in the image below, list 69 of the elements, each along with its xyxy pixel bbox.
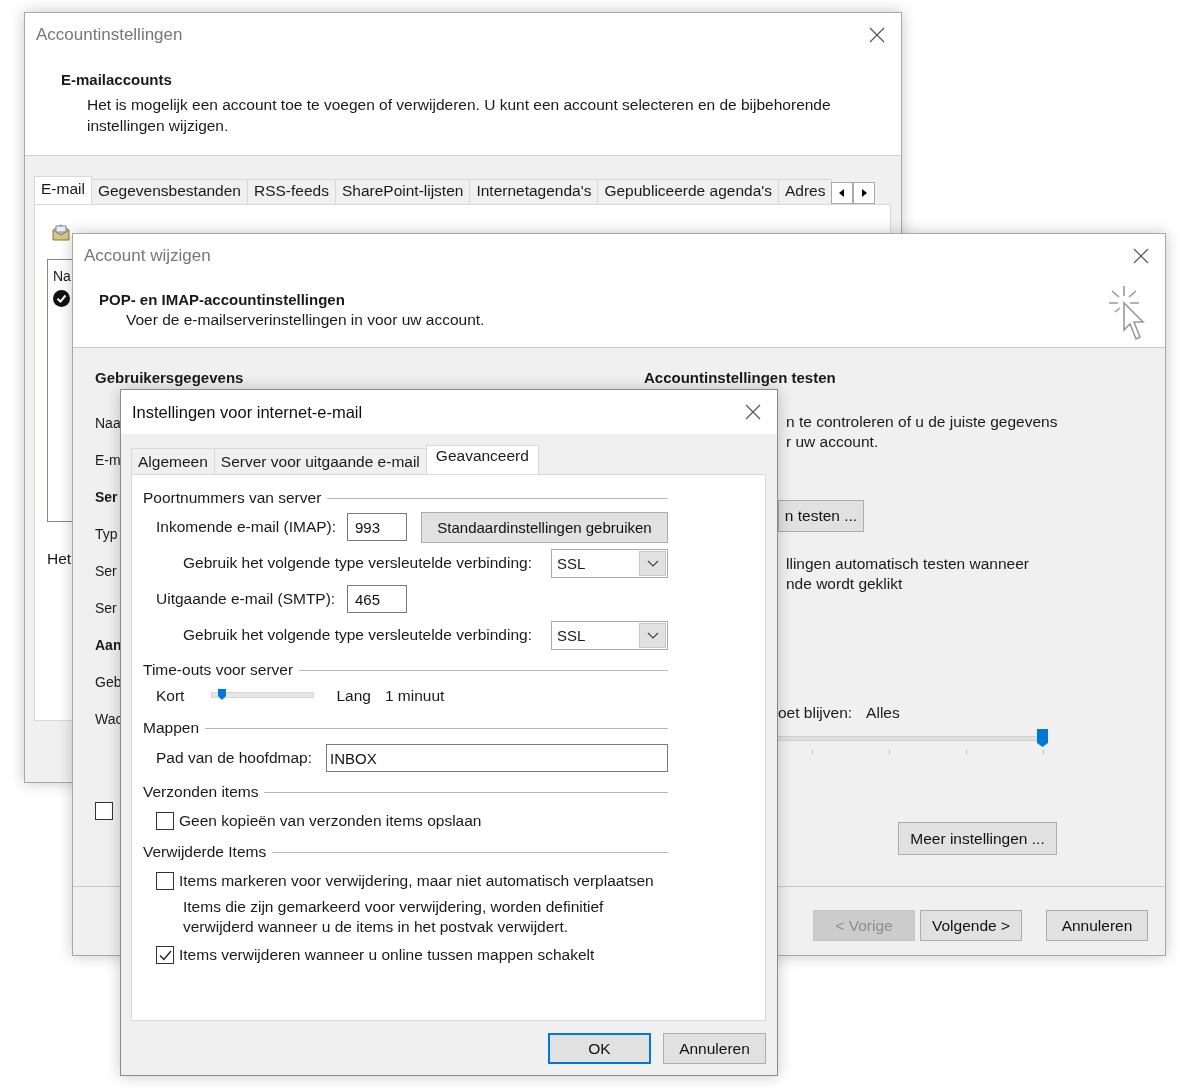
tab[interactable]: Algemeen <box>131 448 215 474</box>
field-label: Ser <box>95 598 117 618</box>
tab[interactable]: E-mail <box>34 176 92 204</box>
close-icon[interactable] <box>869 27 885 43</box>
section-heading: Ser <box>95 487 118 507</box>
field-label: oet blijven: <box>778 704 853 722</box>
checkbox-label: Geen kopieën van verzonden items opslaan <box>179 812 482 830</box>
section-heading: POP- en IMAP-accountinstellingen <box>99 291 346 308</box>
window-title: Accountinstellingen <box>36 25 183 45</box>
field-label: Gebruik het volgende type versleutelde verbinding: <box>183 554 532 572</box>
dialog-button[interactable]: Annuleren <box>1046 910 1148 941</box>
field-label: Typ <box>95 524 118 544</box>
group-title: Verwijderde Items <box>143 843 267 861</box>
checkbox[interactable] <box>156 872 174 890</box>
field-label: Pad van de hoofdmap: <box>156 749 312 767</box>
test-button[interactable]: n testen ... <box>778 500 864 532</box>
slider-label: Kort <box>156 687 185 705</box>
group-title: Mappen <box>143 719 199 737</box>
scroll-left-icon[interactable] <box>831 182 854 204</box>
field-label: Geb <box>95 672 122 692</box>
checkbox[interactable] <box>156 946 174 964</box>
scroll-right-icon[interactable] <box>853 182 876 204</box>
chevron-down-icon <box>646 631 659 639</box>
checkbox-label: llingen automatisch testen wanneer nde wordt geklikt <box>786 554 1029 594</box>
slider-value: Alles <box>866 704 900 722</box>
more-settings-button[interactable]: Meer instellingen ... <box>898 822 1057 855</box>
section-heading: E-mailaccounts <box>61 71 173 88</box>
chevron-down-icon <box>646 559 659 567</box>
field-label: Ser <box>95 561 117 581</box>
dialog-button[interactable]: Volgende > <box>920 910 1022 941</box>
window-title: Instellingen voor internet-e-mail <box>132 402 363 422</box>
dialog-button[interactable]: OK <box>548 1033 651 1064</box>
checkbox[interactable] <box>95 802 113 820</box>
check-circle-icon <box>53 290 70 307</box>
envelope-icon[interactable] <box>51 223 71 241</box>
path-field[interactable]: INBOX <box>326 744 668 772</box>
group-title: Poortnummers van server <box>143 489 322 507</box>
info-text: Het <box>47 550 72 568</box>
section-heading: Gebruikersgegevens <box>95 367 244 388</box>
tab[interactable]: Geavanceerd <box>425 445 539 474</box>
checkbox[interactable] <box>156 812 174 830</box>
slider-thumb[interactable] <box>217 689 226 700</box>
dropdown[interactable]: SSL <box>551 548 668 578</box>
checkbox-label: Items markeren voor verwijdering, maar niet automatisch verplaatsen <box>179 872 654 890</box>
description-text: Het is mogelijk een account toe te voegen of verwijderen. U kunt een account selecteren en de bijbehorende instellingen wijzigen. <box>87 95 832 136</box>
slider-thumb[interactable] <box>1037 729 1048 747</box>
field-label: E-m <box>95 450 121 470</box>
dialog-button[interactable]: Annuleren <box>663 1033 766 1064</box>
info-text: n te controleren of u de juiste gegevens r uw account. <box>786 412 1058 452</box>
group-title: Time-outs voor server <box>143 661 294 679</box>
slider-value: 1 minuut <box>384 687 445 705</box>
group-title: Verzonden items <box>143 783 259 801</box>
port-field[interactable]: 993 <box>347 513 407 541</box>
defaults-button[interactable]: Standaardinstellingen gebruiken <box>421 511 668 543</box>
window-title: Account wijzigen <box>84 246 212 266</box>
column-header: Na <box>53 268 71 284</box>
slider-label: Lang <box>336 687 371 705</box>
port-field[interactable]: 465 <box>347 585 407 613</box>
field-label: Uitgaande e-mail (SMTP): <box>156 590 337 608</box>
field-label: Gebruik het volgende type versleutelde verbinding: <box>183 626 532 644</box>
subtitle-text: Voer de e-mailserverinstellingen in voor uw account. <box>126 311 485 329</box>
dropdown[interactable]: SSL <box>551 620 668 650</box>
field-label: Naa <box>95 413 121 433</box>
note-text: Items die zijn gemarkeerd voor verwijdering, worden definitief verwijderd wanneer u de items in het postvak verwijdert. <box>183 897 605 937</box>
close-icon[interactable] <box>1133 248 1149 264</box>
field-label: Inkomende e-mail (IMAP): <box>156 518 338 536</box>
section-heading: Accountinstellingen testen <box>644 367 836 388</box>
close-icon[interactable] <box>745 404 761 420</box>
checkbox-label: Items verwijderen wanneer u online tussen mappen schakelt <box>179 946 595 964</box>
